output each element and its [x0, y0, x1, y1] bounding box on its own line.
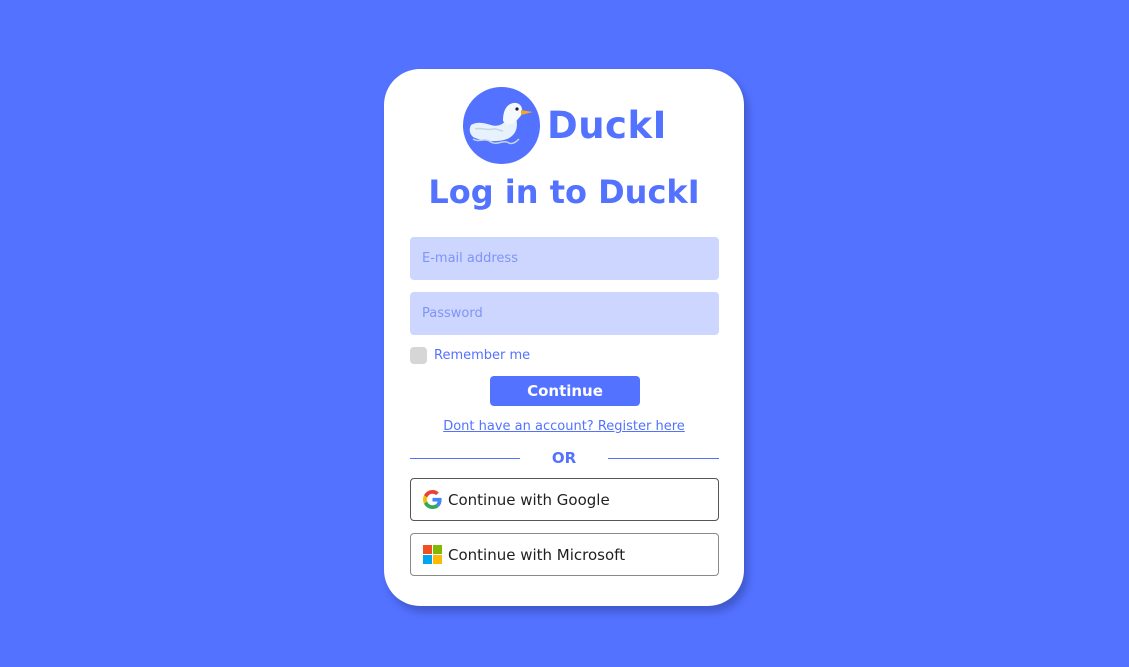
google-icon: [423, 490, 442, 509]
register-link[interactable]: Dont have an account? Register here: [384, 419, 744, 434]
continue-button[interactable]: Continue: [490, 376, 640, 406]
microsoft-button-label: Continue with Microsoft: [448, 545, 626, 564]
google-button-label: Continue with Google: [448, 490, 610, 509]
continue-with-google-button[interactable]: Continue with Google: [410, 478, 719, 521]
remember-me-label: Remember me: [434, 348, 531, 363]
duck-icon: [463, 87, 540, 164]
brand-logo: DuckI: [463, 87, 667, 164]
email-field[interactable]: [410, 237, 719, 280]
continue-with-microsoft-button[interactable]: Continue with Microsoft: [410, 533, 719, 576]
divider-or: OR: [551, 449, 577, 467]
microsoft-icon: [423, 545, 442, 564]
brand-name: DuckI: [547, 104, 667, 147]
divider-line-left: [410, 458, 520, 459]
divider-line-right: [608, 458, 719, 459]
page-title: Log in to DuckI: [428, 173, 700, 211]
login-card: DuckI Log in to DuckI Remember me Contin…: [384, 69, 744, 606]
remember-me-row[interactable]: Remember me: [410, 347, 530, 364]
password-field[interactable]: [410, 292, 719, 335]
remember-me-checkbox[interactable]: [410, 347, 427, 364]
